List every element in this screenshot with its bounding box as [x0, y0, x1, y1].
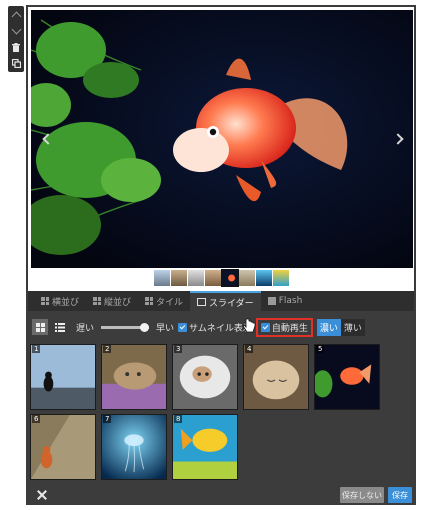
- image-number: 6: [32, 415, 41, 423]
- layout-tabs: 横並び 縦並び タイル スライダー Flash: [28, 291, 414, 311]
- chevron-up-icon[interactable]: [8, 7, 24, 23]
- duplicate-icon[interactable]: [8, 55, 24, 71]
- panel-footer: 保存しない 保存: [28, 487, 414, 503]
- speed-fast-label: 早い: [156, 323, 175, 334]
- checkbox-checked-icon: [178, 322, 188, 332]
- trash-icon[interactable]: [8, 39, 24, 55]
- strip-thumb[interactable]: [238, 270, 255, 286]
- block-toolbar: [8, 6, 24, 72]
- show-thumbnails-checkbox[interactable]: サムネイル表示: [178, 321, 252, 334]
- strip-thumb[interactable]: [255, 270, 272, 286]
- save-button[interactable]: 保存: [388, 487, 412, 503]
- image-thumbnail[interactable]: 7: [101, 414, 167, 480]
- slider-thumbnail-strip: [28, 269, 414, 288]
- strip-thumb[interactable]: [187, 270, 204, 286]
- tab-tile[interactable]: タイル: [138, 291, 190, 311]
- grid-icon: [145, 297, 154, 305]
- image-thumbnail[interactable]: 5: [314, 344, 380, 410]
- image-thumbnail[interactable]: 4: [243, 344, 309, 410]
- strip-thumb[interactable]: [170, 270, 187, 286]
- slider-icon: [197, 298, 207, 306]
- autoplay-checkbox[interactable]: 自動再生: [255, 317, 313, 337]
- grid-icon: [41, 297, 49, 305]
- image-grid: 1 2 3 4 5 6 7 8: [30, 344, 390, 480]
- theme-dark-button[interactable]: 濃い: [316, 318, 341, 336]
- tab-slider[interactable]: スライダー: [190, 291, 261, 311]
- tab-label: 横並び: [52, 297, 80, 308]
- close-icon[interactable]: [36, 489, 48, 501]
- image-number: 5: [316, 345, 325, 353]
- tab-vertical[interactable]: 縦並び: [86, 291, 138, 311]
- speed-slow-label: 遅い: [76, 323, 95, 334]
- image-thumbnail[interactable]: 1: [30, 344, 96, 410]
- grid-view-icon[interactable]: [32, 319, 48, 335]
- dont-save-button[interactable]: 保存しない: [340, 487, 384, 503]
- chevron-right-icon[interactable]: [392, 132, 407, 146]
- flash-icon: [267, 297, 276, 305]
- tab-label: Flash: [278, 296, 303, 306]
- goldfish-image: [31, 10, 413, 268]
- strip-thumb-active[interactable]: [220, 269, 239, 287]
- image-number: 1: [32, 345, 41, 353]
- strip-thumb[interactable]: [272, 270, 289, 286]
- image-thumbnail[interactable]: 6: [30, 414, 96, 480]
- chevron-left-icon[interactable]: [39, 132, 54, 146]
- slider-main-image: [31, 10, 413, 268]
- chevron-down-icon[interactable]: [8, 23, 24, 39]
- image-number: 3: [174, 345, 183, 353]
- strip-thumb[interactable]: [153, 270, 170, 286]
- autoplay-label: 自動再生: [271, 323, 308, 334]
- tab-horizontal[interactable]: 横並び: [34, 291, 86, 311]
- gallery-settings-panel: 横並び 縦並び タイル スライダー Flash 遅い 早い サムネイル表示 自動…: [28, 291, 414, 503]
- hand-cursor-icon: [242, 318, 256, 333]
- tab-label: スライダー: [209, 298, 254, 309]
- strip-thumb[interactable]: [204, 270, 221, 286]
- image-number: 2: [103, 345, 112, 353]
- image-thumbnail[interactable]: 8: [172, 414, 238, 480]
- list-view-icon[interactable]: [52, 319, 68, 335]
- speed-slider[interactable]: [101, 322, 150, 332]
- image-number: 8: [174, 415, 183, 423]
- speed-slider-handle[interactable]: [139, 322, 149, 332]
- image-number: 4: [245, 345, 254, 353]
- image-thumbnail[interactable]: 2: [101, 344, 167, 410]
- slider-options: 遅い 早い サムネイル表示 自動再生 濃い 薄い: [32, 317, 365, 337]
- theme-light-button[interactable]: 薄い: [340, 318, 365, 336]
- theme-toggle: 濃い 薄い: [316, 318, 365, 336]
- tab-label: 縦並び: [104, 297, 132, 308]
- image-number: 7: [103, 415, 112, 423]
- tab-flash[interactable]: Flash: [261, 291, 310, 311]
- checkbox-checked-icon: [260, 322, 270, 332]
- grid-icon: [93, 297, 102, 305]
- tab-label: タイル: [156, 297, 184, 308]
- image-thumbnail[interactable]: 3: [172, 344, 238, 410]
- gallery-editor: 横並び 縦並び タイル スライダー Flash 遅い 早い サムネイル表示 自動…: [26, 5, 416, 505]
